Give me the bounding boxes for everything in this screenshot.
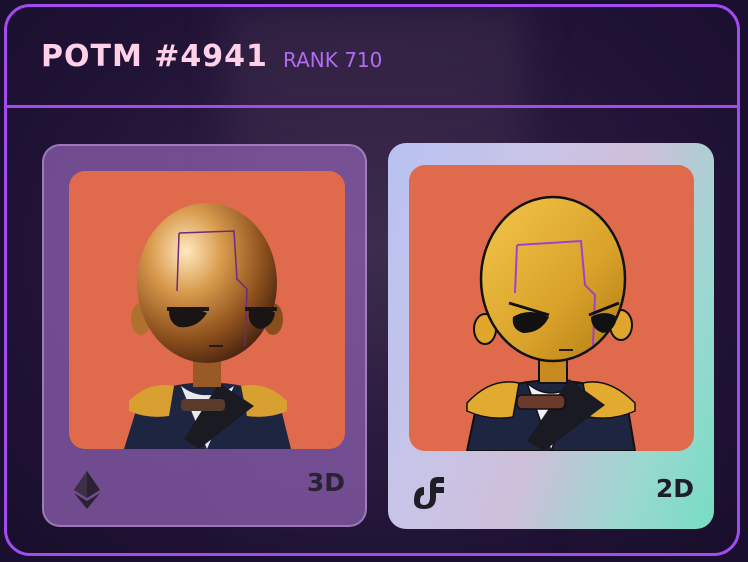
character-art-3d [69,171,345,449]
rank-text: RANK 710 [283,48,383,72]
flow-icon [410,473,450,514]
card-2d[interactable]: 2D [388,143,714,529]
potm-panel: POTM #4941 RANK 710 3D 2D [4,4,740,556]
card-label-3d: 3D [306,468,345,497]
robot-character-2d-image [465,195,637,451]
robot-character-3d-image [124,203,291,449]
card-3d[interactable]: 3D [42,144,367,527]
character-art-2d [409,165,694,451]
page-title: POTM #4941 [41,39,268,74]
card-label-2d: 2D [655,474,694,503]
ethereum-icon [74,471,100,514]
panel-header: POTM #4941 RANK 710 [7,7,737,108]
